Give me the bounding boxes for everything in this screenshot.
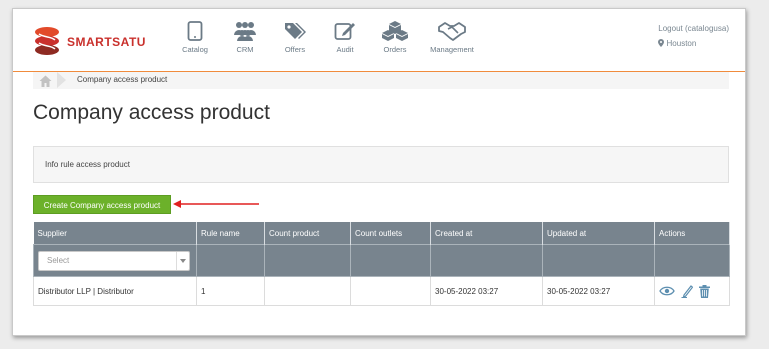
- view-eye-icon[interactable]: [659, 286, 675, 296]
- cell-supplier: Distributor LLP | Distributor: [33, 276, 197, 306]
- app-window: SMARTSATU Catalog CRM Offers Audit Order…: [12, 8, 746, 336]
- logout-link[interactable]: Logout (catalogusa): [658, 24, 729, 33]
- breadcrumb: Company access product: [33, 72, 729, 89]
- edit-pencil-icon[interactable]: [681, 284, 693, 298]
- user-menu: Logout (catalogusa) Houston: [658, 24, 729, 48]
- table-header-row: Supplier Rule name Count product Count o…: [33, 222, 730, 245]
- handshake-icon: [438, 22, 466, 41]
- column-header-rule-name[interactable]: Rule name: [196, 222, 265, 245]
- cell-count-outlets: [350, 276, 431, 306]
- column-header-updated-at[interactable]: Updated at: [542, 222, 655, 245]
- nav-crm[interactable]: CRM: [220, 21, 270, 65]
- users-icon: [234, 22, 256, 41]
- create-company-access-product-button[interactable]: Create Company access product: [33, 195, 171, 214]
- edit-icon: [334, 23, 355, 40]
- nav-orders[interactable]: Orders: [370, 21, 420, 65]
- tablet-icon: [187, 21, 203, 41]
- nav-audit-label: Audit: [336, 45, 354, 54]
- table-row: Distributor LLP | Distributor 1 30-05-20…: [33, 276, 730, 306]
- boxes-icon: [382, 21, 408, 41]
- row-actions: [659, 284, 725, 298]
- cell-updated-at: 30-05-2022 03:27: [542, 276, 655, 306]
- map-marker-icon: [658, 39, 665, 47]
- nav-catalog[interactable]: Catalog: [170, 21, 220, 65]
- annotation-arrow-icon: [173, 200, 259, 208]
- logo-icon: [35, 27, 59, 55]
- filter-supplier-cell: Select: [33, 244, 197, 277]
- filter-cell: [350, 244, 431, 277]
- supplier-filter-placeholder: Select: [47, 255, 70, 265]
- nav-management-label: Management: [430, 45, 474, 54]
- home-icon[interactable]: [39, 74, 52, 92]
- nav-offers-label: Offers: [284, 45, 306, 54]
- column-header-created-at[interactable]: Created at: [430, 222, 543, 245]
- brand-name: SMARTSATU: [67, 35, 146, 49]
- filter-cell: [196, 244, 265, 277]
- nav-crm-label: CRM: [236, 45, 254, 54]
- filter-cell: [264, 244, 351, 277]
- column-header-actions: Actions: [654, 222, 730, 245]
- filter-cell: [430, 244, 543, 277]
- supplier-filter-select[interactable]: Select: [38, 250, 190, 271]
- location-label: Houston: [658, 39, 729, 48]
- filter-cell: [542, 244, 655, 277]
- filter-cell: [654, 244, 730, 277]
- nav-orders-label: Orders: [383, 45, 407, 54]
- page-title: Company access product: [33, 101, 270, 124]
- delete-trash-icon[interactable]: [699, 284, 710, 298]
- cell-count-product: [264, 276, 351, 306]
- nav-audit[interactable]: Audit: [320, 21, 370, 65]
- filter-row: Select: [33, 244, 730, 277]
- breadcrumb-current: Company access product: [77, 75, 168, 84]
- nav-catalog-label: Catalog: [182, 45, 208, 54]
- top-header: SMARTSATU Catalog CRM Offers Audit Order…: [13, 9, 745, 72]
- cell-rule-name: 1: [196, 276, 265, 306]
- column-header-count-product[interactable]: Count product: [264, 222, 351, 245]
- nav-offers[interactable]: Offers: [270, 21, 320, 65]
- chevron-down-icon[interactable]: [176, 251, 189, 270]
- info-panel: Info rule access product: [33, 146, 729, 183]
- company-access-table: Supplier Rule name Count product Count o…: [33, 222, 730, 306]
- info-text: Info rule access product: [45, 160, 130, 169]
- nav-management[interactable]: Management: [422, 21, 482, 65]
- cell-actions: [654, 276, 730, 306]
- location-text: Houston: [666, 39, 697, 48]
- tags-icon: [285, 23, 306, 39]
- brand-logo[interactable]: SMARTSATU: [33, 26, 165, 56]
- cell-created-at: 30-05-2022 03:27: [430, 276, 543, 306]
- breadcrumb-separator: [57, 72, 66, 88]
- column-header-count-outlets[interactable]: Count outlets: [350, 222, 431, 245]
- column-header-supplier[interactable]: Supplier: [33, 222, 197, 245]
